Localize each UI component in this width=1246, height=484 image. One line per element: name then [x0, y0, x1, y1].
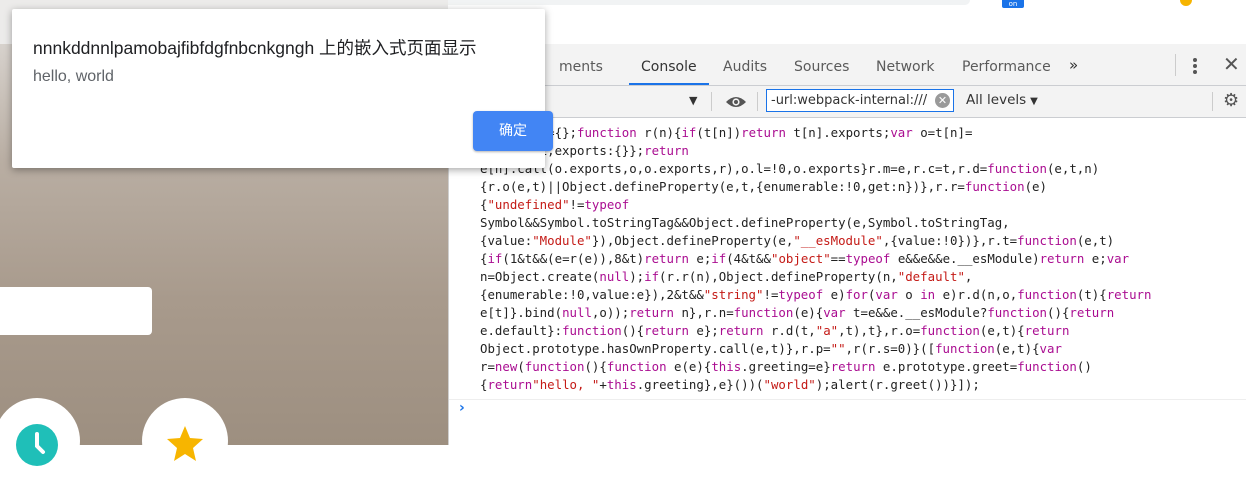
devtools-tabbar: ments Console Audits Sources Network Per… [449, 44, 1246, 86]
star-icon [167, 426, 203, 461]
more-tabs-icon[interactable]: » [1069, 56, 1078, 74]
clock-icon [16, 424, 58, 466]
more-options-icon[interactable] [1193, 58, 1197, 76]
divider [757, 92, 758, 111]
eye-icon[interactable] [725, 95, 747, 109]
tab-network[interactable]: Network [876, 44, 934, 85]
tab-elements[interactable]: ments [559, 44, 603, 85]
address-bar[interactable] [448, 0, 970, 5]
divider [1175, 54, 1176, 76]
page-text-input[interactable] [0, 287, 152, 335]
console-prompt[interactable]: › [459, 400, 465, 416]
console-toolbar: ▼ -url:webpack-internal:/// ✕ All levels… [449, 86, 1246, 118]
tab-performance[interactable]: Performance [962, 44, 1051, 85]
filter-value: -url:webpack-internal:/// [771, 93, 928, 108]
divider [1212, 92, 1213, 111]
console-message: (e){var t={};function r(n){if(t[n])retur… [480, 125, 1152, 392]
log-levels-label: All levels [966, 92, 1027, 108]
tab-sources[interactable]: Sources [794, 44, 849, 85]
divider [711, 92, 712, 111]
tab-audits[interactable]: Audits [723, 44, 767, 85]
favorite-button[interactable] [142, 398, 228, 484]
alert-dialog: nnnkddnnlpamobajfibfdgfnbcnkgngh 上的嵌入式页面… [12, 9, 553, 168]
console-filter-input[interactable]: -url:webpack-internal:/// ✕ [766, 89, 954, 112]
divider [449, 399, 1246, 400]
ok-button[interactable]: 确定 [473, 111, 553, 151]
gear-icon[interactable]: ⚙ [1223, 92, 1239, 110]
tab-console[interactable]: Console [629, 44, 709, 85]
close-icon[interactable]: ✕ [1223, 54, 1240, 74]
log-levels-dropdown[interactable]: All levels ▼ [966, 92, 1038, 108]
clock-button[interactable] [0, 398, 80, 484]
console-output: (e){var t={};function r(n){if(t[n])retur… [449, 118, 1246, 398]
dialog-message: hello, world [33, 68, 114, 85]
browser-toolbar [448, 0, 1246, 44]
chevron-down-icon: ▼ [1030, 96, 1038, 107]
context-dropdown-icon[interactable]: ▼ [689, 94, 697, 107]
dialog-title: nnnkddnnlpamobajfibfdgfnbcnkgngh 上的嵌入式页面… [33, 38, 477, 58]
clear-filter-icon[interactable]: ✕ [935, 93, 950, 108]
extension-badge[interactable]: on [1002, 0, 1024, 8]
devtools-panel: ments Console Audits Sources Network Per… [448, 44, 1246, 445]
